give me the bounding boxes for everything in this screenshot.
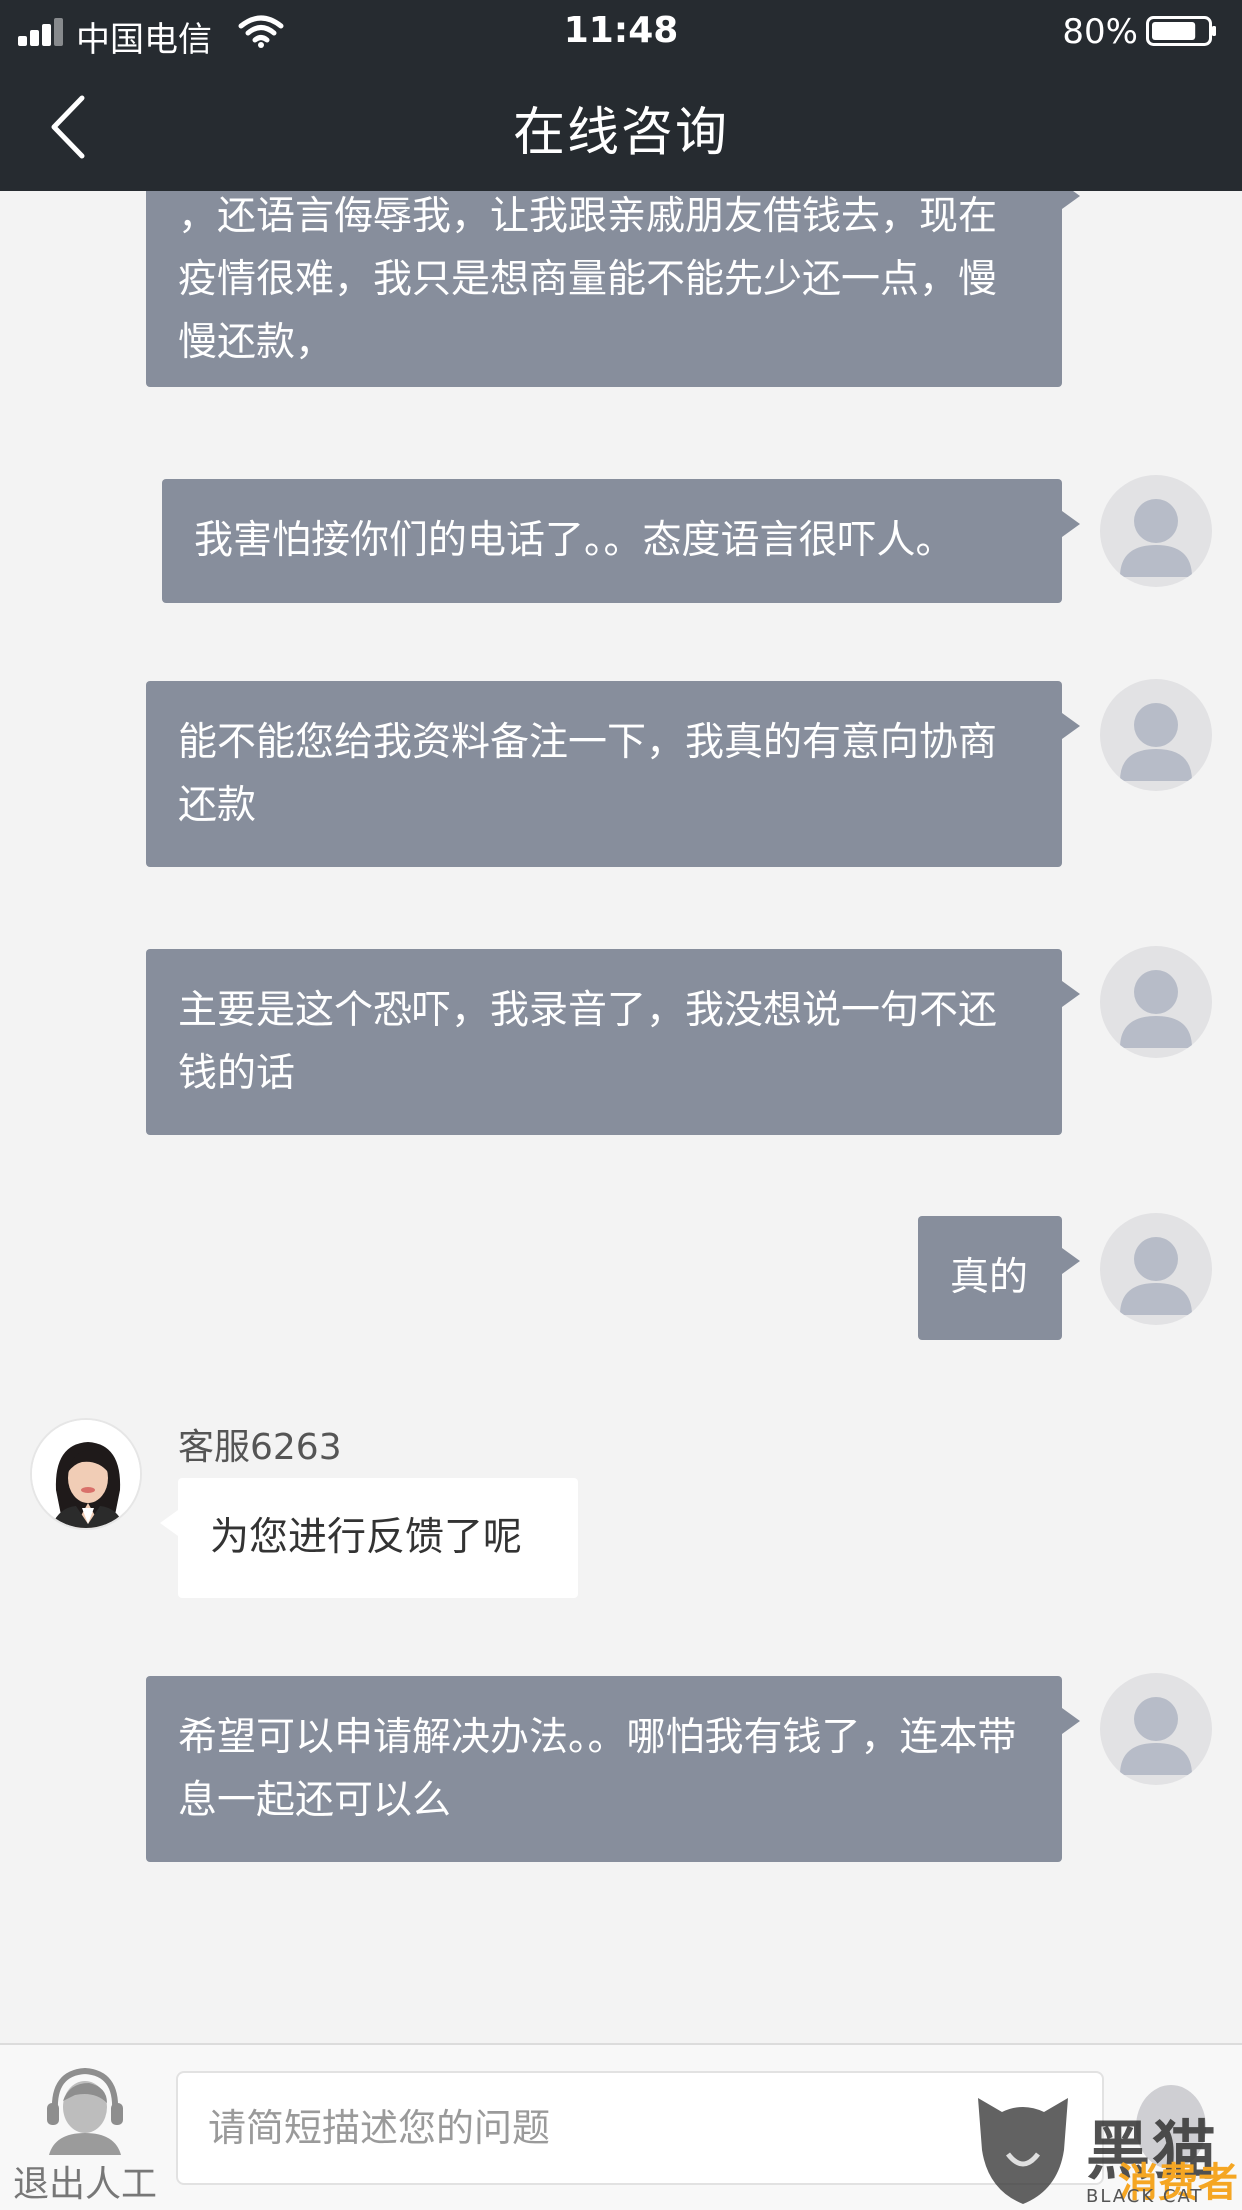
watermark-brand-en: BLACK CAT [1086,2186,1204,2207]
chat-message-list[interactable]: ，还语言侮辱我，让我跟亲戚朋友借钱去，现在疫情很难，我只是想商量能不能先少还一点… [0,191,1242,2043]
message-input-placeholder: 请简短描述您的问题 [208,2106,551,2150]
battery-fill [1152,22,1196,40]
status-bar: 中国电信 11:48 80% [0,0,1242,62]
message-text: 能不能您给我资料备注一下，我真的有意向协商还款 [178,720,998,828]
customer-service-icon [47,2067,123,2155]
watermark: 黑猫 消费者 BLACK CAT [968,2090,1242,2208]
user-avatar [1100,475,1212,587]
message-input[interactable]: 请简短描述您的问题 [176,2071,1104,2185]
user-avatar [1100,1673,1212,1785]
user-message-bubble: 真的 [918,1216,1080,1340]
black-cat-logo-icon [978,2098,1068,2204]
message-text: 希望可以申请解决办法。。哪怕我有钱了，连本带息一起还可以么 [178,1715,1017,1823]
agent-name: 客服6263 [178,1427,342,1468]
agent-message-bubble: 为您进行反馈了呢 [160,1478,578,1598]
battery-percentage: 80% [1062,12,1138,52]
user-avatar [1100,1213,1212,1325]
user-message-bubble: 主要是这个恐吓，我录音了，我没想说一句不还钱的话 [146,949,1080,1135]
user-message-bubble: 能不能您给我资料备注一下，我真的有意向协商还款 [146,681,1080,867]
top-bar: 中国电信 11:48 80% 在线咨询 [0,0,1242,191]
user-avatar [1100,946,1212,1058]
message-text: 真的 [950,1255,1029,1300]
user-message-bubble: 希望可以申请解决办法。。哪怕我有钱了，连本带息一起还可以么 [146,1676,1080,1862]
exit-human-agent-label: 退出人工 [12,2164,157,2205]
battery-icon [1146,16,1216,46]
message-text: 主要是这个恐吓，我录音了，我没想说一句不还钱的话 [178,988,998,1096]
exit-human-agent-button[interactable]: 退出人工 [10,2063,160,2205]
message-text: 为您进行反馈了呢 [210,1515,523,1560]
status-time: 11:48 [563,10,679,51]
navigation-bar: 在线咨询 [0,62,1242,191]
message-text: ，还语言侮辱我，让我跟亲戚朋友借钱去，现在疫情很难，我只是想商量能不能先少还一点… [178,194,998,365]
message-text: 我害怕接你们的电话了。。态度语言很吓人。 [194,518,955,563]
user-avatar [1100,679,1212,791]
user-message-bubble: 我害怕接你们的电话了。。态度语言很吓人。 [162,479,1080,603]
agent-avatar [30,1418,142,1530]
user-message-bubble: ，还语言侮辱我，让我跟亲戚朋友借钱去，现在疫情很难，我只是想商量能不能先少还一点… [146,191,1080,387]
page-title: 在线咨询 [512,103,729,163]
